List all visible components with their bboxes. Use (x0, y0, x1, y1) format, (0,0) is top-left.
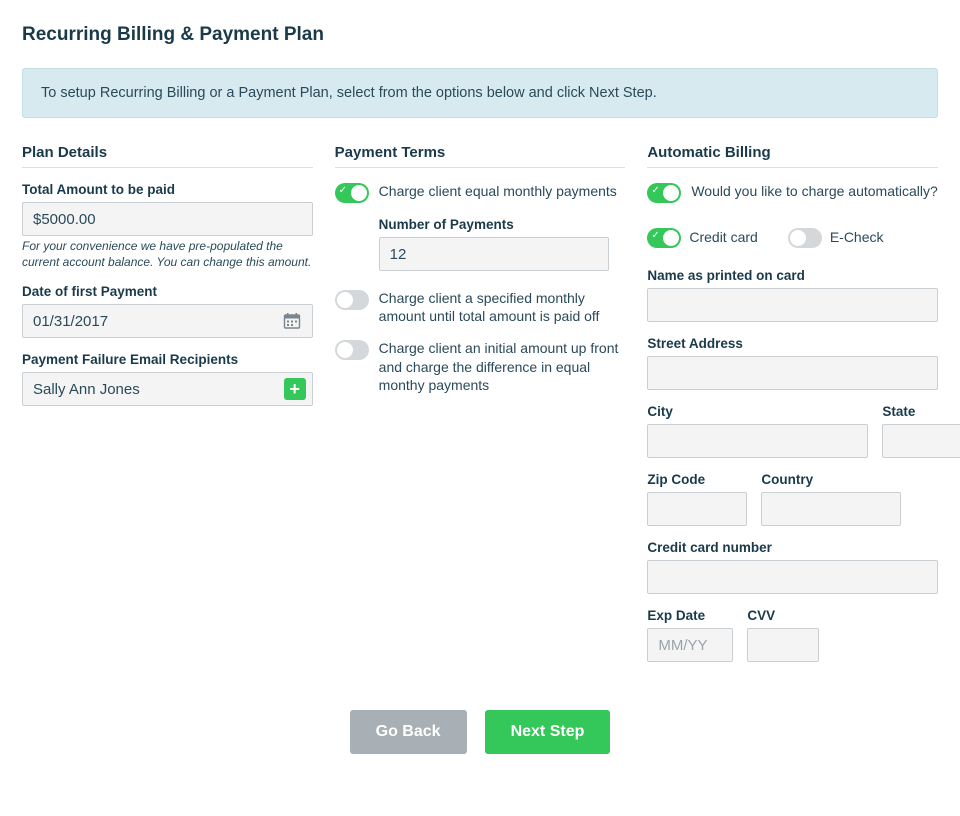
equal-monthly-label: Charge client equal monthly payments (379, 182, 617, 200)
automatic-billing-column: Automatic Billing ✓ Would you like to ch… (647, 144, 938, 662)
street-address-label: Street Address (647, 336, 938, 351)
city-label: City (647, 404, 868, 419)
country-input[interactable] (761, 492, 901, 526)
country-field[interactable] (772, 501, 960, 518)
failure-email-input[interactable]: + (22, 372, 313, 406)
first-payment-date-label: Date of first Payment (22, 284, 313, 299)
card-number-field[interactable] (658, 569, 927, 586)
equal-monthly-toggle[interactable]: ✓ (335, 183, 369, 203)
echeck-toggle[interactable] (788, 228, 822, 248)
street-address-field[interactable] (658, 365, 927, 382)
initial-upfront-label: Charge client an initial amount up front… (379, 339, 626, 394)
city-field[interactable] (658, 433, 857, 450)
auto-charge-toggle[interactable]: ✓ (647, 183, 681, 203)
plan-details-column: Plan Details Total Amount to be paid For… (22, 144, 313, 662)
state-label: State (882, 404, 960, 419)
initial-upfront-toggle[interactable] (335, 340, 369, 360)
num-payments-label: Number of Payments (379, 217, 609, 232)
specified-monthly-toggle[interactable] (335, 290, 369, 310)
total-amount-help: For your convenience we have pre-populat… (22, 239, 313, 270)
total-amount-input[interactable] (22, 202, 313, 236)
specified-monthly-label: Charge client a specified monthly amount… (379, 289, 626, 325)
cvv-label: CVV (747, 608, 819, 623)
city-input[interactable] (647, 424, 868, 458)
page-title: Recurring Billing & Payment Plan (22, 24, 938, 46)
exp-date-label: Exp Date (647, 608, 733, 623)
go-back-button[interactable]: Go Back (350, 710, 467, 754)
automatic-billing-header: Automatic Billing (647, 144, 938, 168)
failure-email-field[interactable] (33, 381, 284, 398)
cvv-field[interactable] (758, 637, 957, 654)
credit-card-label: Credit card (689, 228, 757, 246)
payment-terms-header: Payment Terms (335, 144, 626, 168)
card-name-label: Name as printed on card (647, 268, 938, 283)
failure-email-label: Payment Failure Email Recipients (22, 352, 313, 367)
plan-details-header: Plan Details (22, 144, 313, 168)
zip-label: Zip Code (647, 472, 747, 487)
next-step-button[interactable]: Next Step (485, 710, 611, 754)
auto-charge-label: Would you like to charge automatically? (691, 182, 937, 200)
first-payment-date-input[interactable] (22, 304, 313, 338)
num-payments-field[interactable] (390, 246, 598, 263)
zip-input[interactable] (647, 492, 747, 526)
exp-date-input[interactable] (647, 628, 733, 662)
state-field[interactable] (893, 433, 960, 450)
card-name-input[interactable] (647, 288, 938, 322)
cvv-input[interactable] (747, 628, 819, 662)
echeck-label: E-Check (830, 228, 884, 246)
country-label: Country (761, 472, 901, 487)
card-number-input[interactable] (647, 560, 938, 594)
add-recipient-button[interactable]: + (284, 378, 306, 400)
card-name-field[interactable] (658, 297, 927, 314)
street-address-input[interactable] (647, 356, 938, 390)
card-number-label: Credit card number (647, 540, 938, 555)
credit-card-toggle[interactable]: ✓ (647, 228, 681, 248)
calendar-icon[interactable] (282, 311, 302, 331)
instruction-banner: To setup Recurring Billing or a Payment … (22, 68, 938, 118)
first-payment-date-field[interactable] (33, 313, 282, 330)
state-input[interactable] (882, 424, 960, 458)
total-amount-field[interactable] (33, 211, 302, 228)
total-amount-label: Total Amount to be paid (22, 182, 313, 197)
payment-terms-column: Payment Terms ✓ Charge client equal mont… (335, 144, 626, 662)
num-payments-input[interactable] (379, 237, 609, 271)
